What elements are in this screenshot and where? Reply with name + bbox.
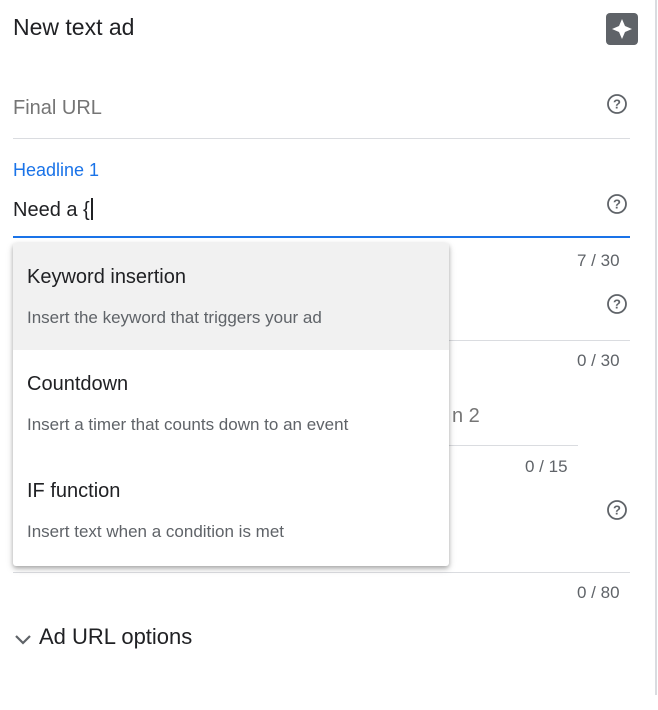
- headline2-divider: [449, 340, 630, 341]
- headline1-value: Need a {: [13, 199, 90, 221]
- menu-item-description: Insert the keyword that triggers your ad: [27, 308, 322, 327]
- panel-right-border: [655, 0, 657, 695]
- menu-item-if-function[interactable]: IF function Insert text when a condition…: [13, 457, 449, 564]
- path2-divider: [449, 445, 578, 446]
- svg-text:?: ?: [613, 503, 621, 518]
- description-help-icon[interactable]: ?: [606, 499, 628, 521]
- ad-url-options-label: Ad URL options: [39, 624, 193, 649]
- text-cursor: [90, 198, 93, 220]
- final-url-input[interactable]: Final URL: [13, 97, 102, 120]
- svg-text:?: ?: [613, 97, 621, 112]
- path2-input[interactable]: n 2: [452, 405, 480, 428]
- final-url-divider: [13, 138, 630, 139]
- svg-text:?: ?: [613, 297, 621, 312]
- menu-item-countdown[interactable]: Countdown Insert a timer that counts dow…: [13, 350, 449, 457]
- menu-item-keyword-insertion[interactable]: Keyword insertion Insert the keyword tha…: [13, 243, 449, 350]
- sparkle-icon[interactable]: [606, 13, 638, 45]
- headline2-help-icon[interactable]: ?: [606, 293, 628, 315]
- menu-item-description: Insert a timer that counts down to an ev…: [27, 415, 349, 434]
- menu-item-title: Countdown: [27, 373, 129, 395]
- headline1-label: Headline 1: [13, 160, 100, 180]
- description-divider: [13, 572, 630, 573]
- svg-text:?: ?: [613, 197, 621, 212]
- ad-url-options-toggle[interactable]: Ad URL options: [14, 624, 192, 650]
- insert-function-menu: Keyword insertion Insert the keyword tha…: [13, 243, 449, 566]
- menu-item-title: Keyword insertion: [27, 266, 186, 288]
- chevron-down-icon: [14, 624, 39, 649]
- page-title: New text ad: [13, 14, 135, 40]
- headline2-char-counter: 0 / 30: [577, 351, 620, 370]
- path2-char-counter: 0 / 15: [525, 457, 568, 476]
- headline1-focus-underline: [13, 236, 630, 238]
- menu-item-description: Insert text when a condition is met: [27, 522, 285, 541]
- headline1-help-icon[interactable]: ?: [606, 193, 628, 215]
- headline1-input[interactable]: Need a {: [13, 198, 93, 222]
- headline1-char-counter: 7 / 30: [577, 251, 620, 270]
- menu-item-title: IF function: [27, 480, 121, 502]
- description-char-counter: 0 / 80: [577, 583, 620, 602]
- final-url-help-icon[interactable]: ?: [606, 93, 628, 115]
